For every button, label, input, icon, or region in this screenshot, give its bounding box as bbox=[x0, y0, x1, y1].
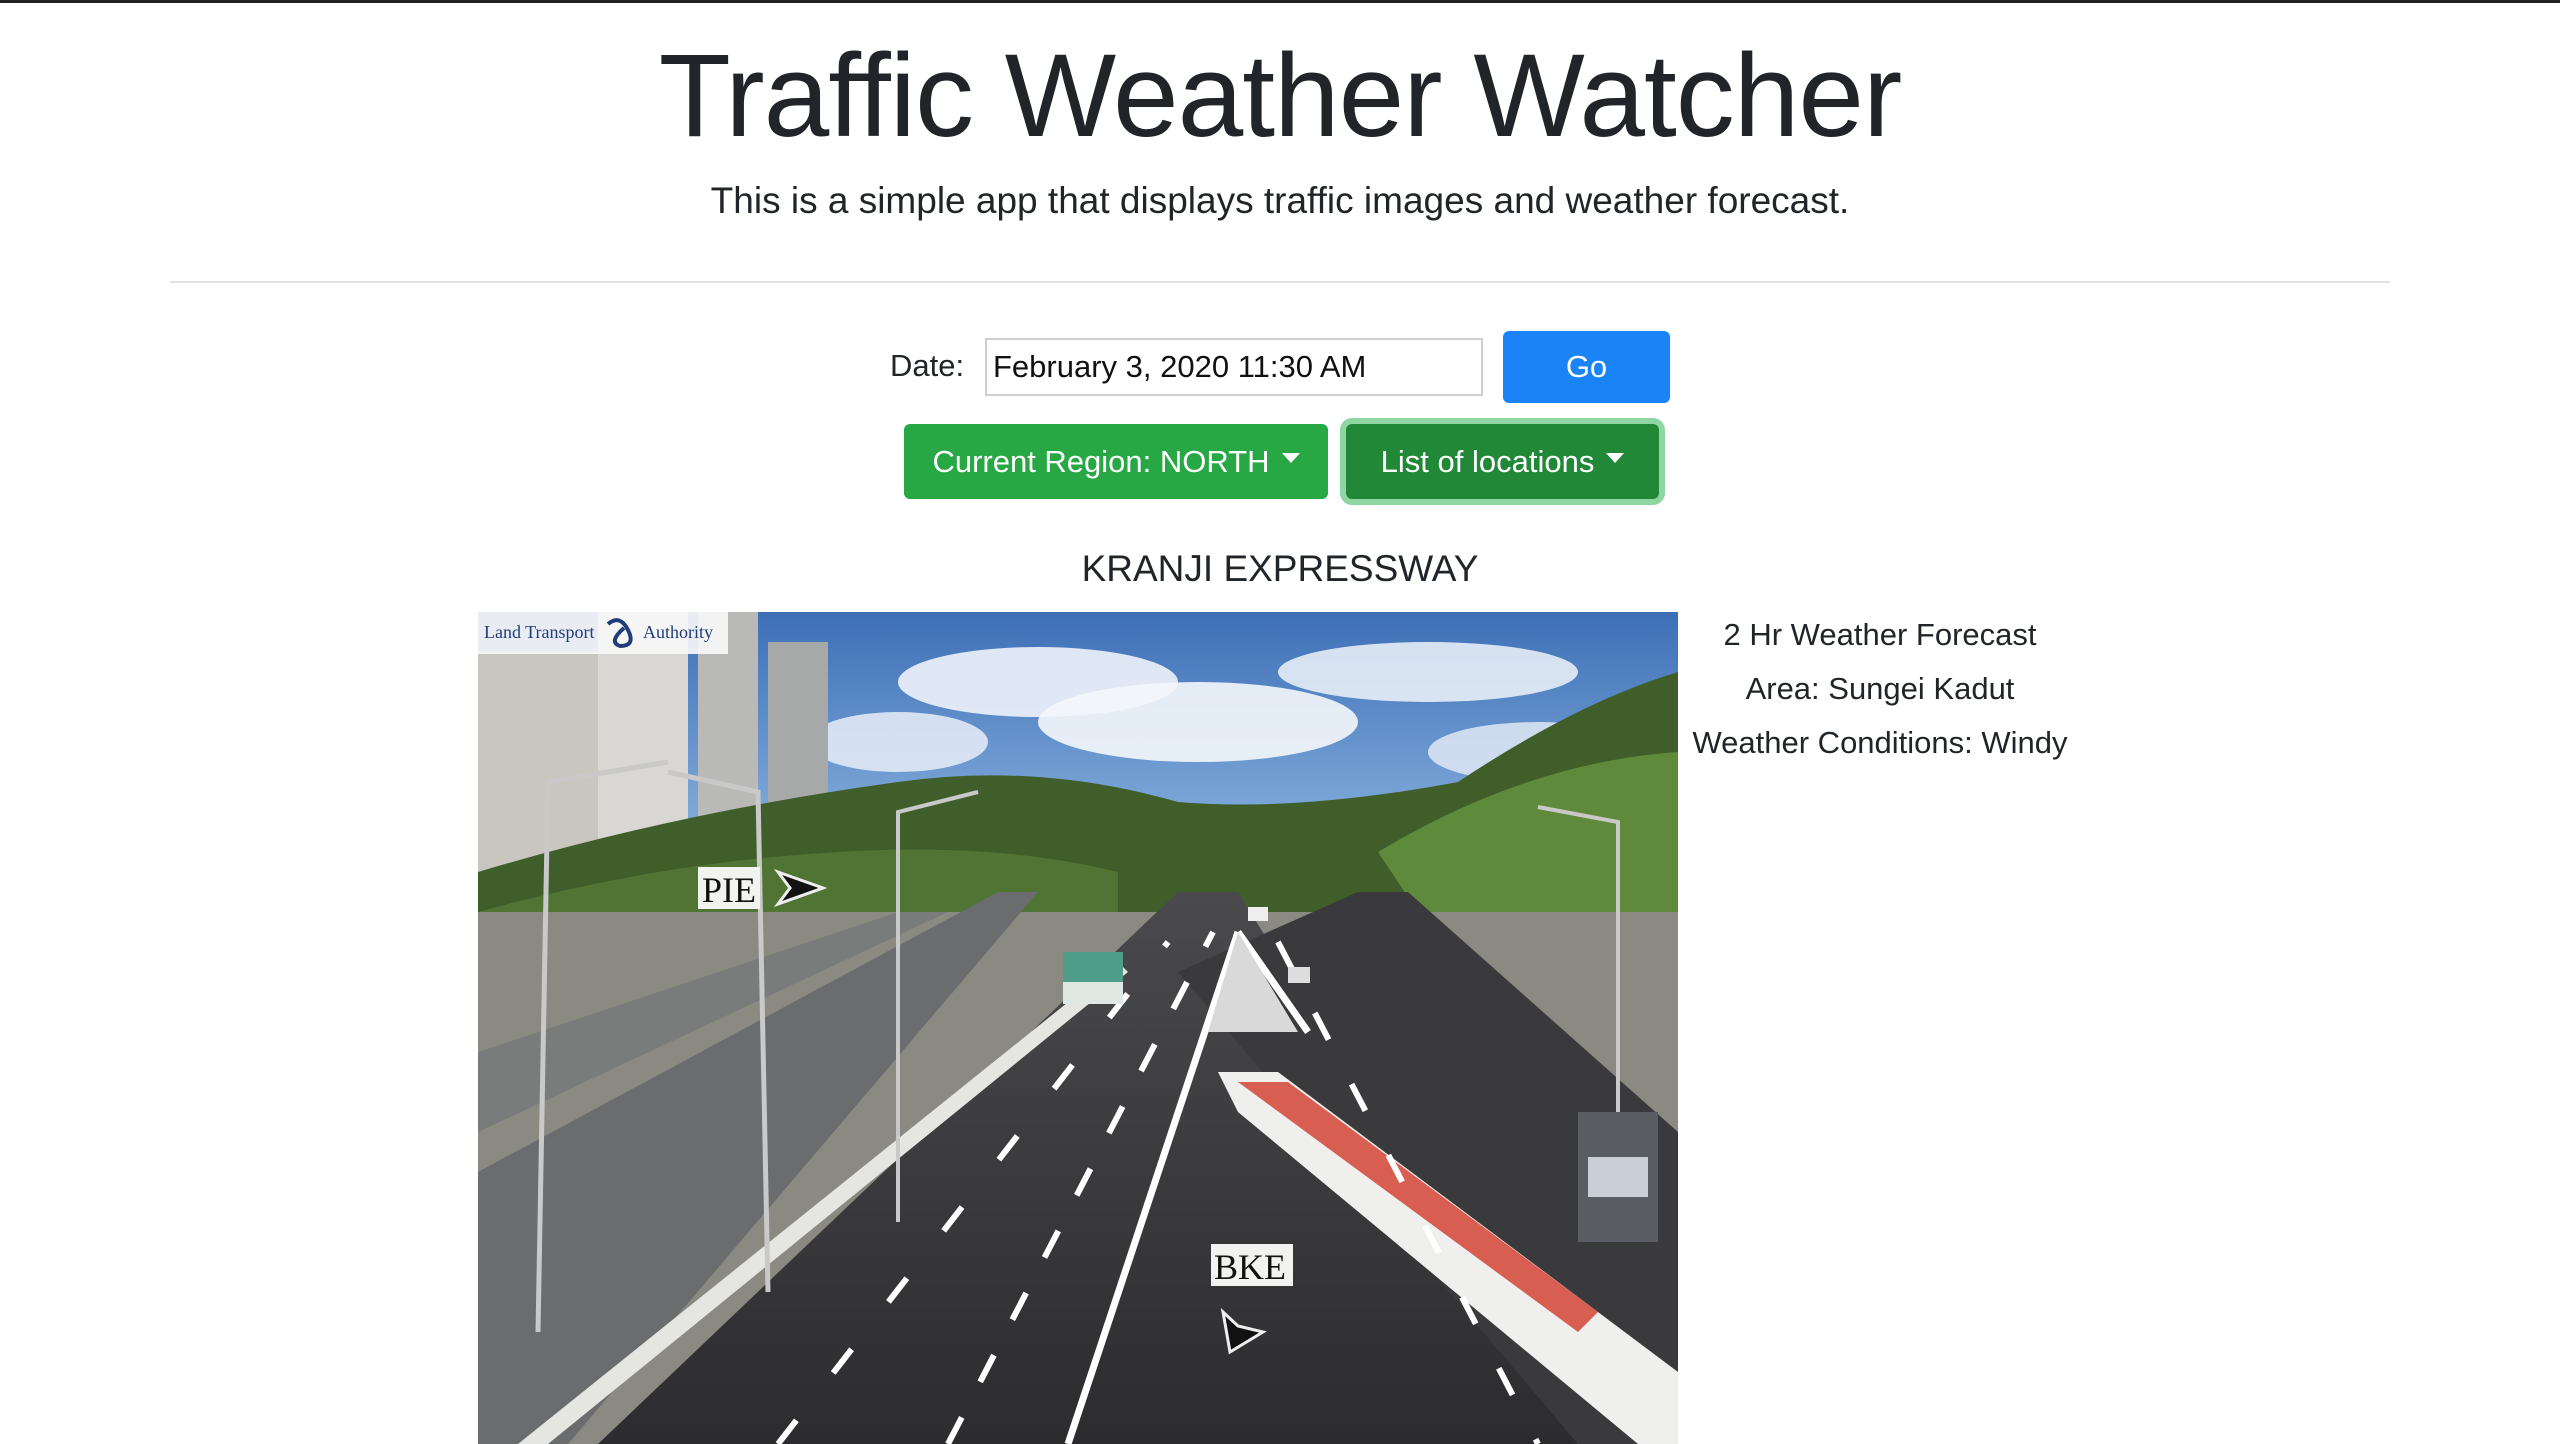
divider bbox=[170, 281, 2390, 283]
go-button[interactable]: Go bbox=[1503, 331, 1670, 403]
locations-dropdown-button[interactable]: List of locations bbox=[1346, 424, 1659, 499]
date-input[interactable]: February 3, 2020 11:30 AM bbox=[985, 338, 1483, 396]
region-dropdown-label: Current Region: NORTH bbox=[932, 443, 1270, 479]
location-title: KRANJI EXPRESSWAY bbox=[1081, 548, 1479, 589]
forecast-heading: 2 Hr Weather Forecast bbox=[1723, 617, 2037, 652]
forecast-conditions: Weather Conditions: Windy bbox=[1692, 725, 2068, 760]
top-border bbox=[0, 0, 2560, 3]
page-subtitle: This is a simple app that displays traff… bbox=[710, 180, 1850, 221]
watermark-left-text: Land Transport bbox=[484, 622, 595, 642]
locations-dropdown-label: List of locations bbox=[1380, 443, 1595, 479]
caret-down-icon bbox=[1281, 452, 1300, 463]
traffic-camera-image: Land Transport Authority PIE BKE bbox=[478, 612, 1678, 1444]
sign-pie-text: PIE bbox=[702, 870, 756, 910]
watermark-right-text: Authority bbox=[643, 622, 713, 642]
forecast-area: Area: Sungei Kadut bbox=[1745, 671, 2015, 706]
region-dropdown-button[interactable]: Current Region: NORTH bbox=[904, 424, 1328, 499]
page-title: Traffic Weather Watcher bbox=[658, 30, 1903, 162]
date-label: Date: bbox=[890, 348, 965, 383]
sign-bke-text: BKE bbox=[1214, 1247, 1286, 1287]
caret-down-icon bbox=[1606, 452, 1625, 463]
weather-forecast-panel: 2 Hr Weather Forecast Area: Sungei Kadut… bbox=[1678, 608, 2082, 770]
